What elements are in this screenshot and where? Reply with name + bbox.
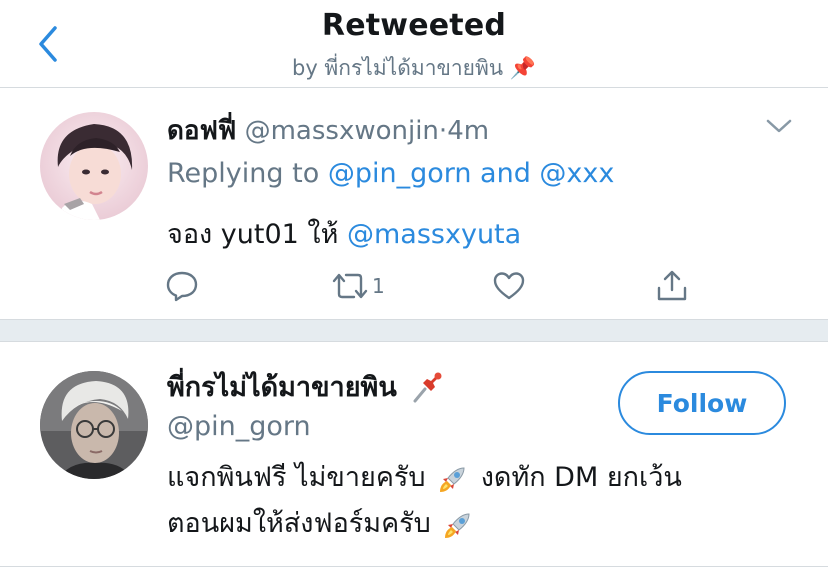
display-name[interactable]: พี่กรไม่ได้มาขายพิน bbox=[167, 365, 445, 408]
retweet-icon bbox=[332, 273, 368, 299]
like-button[interactable] bbox=[492, 266, 526, 306]
replying-to-mentions[interactable]: @pin_gorn and @xxx bbox=[328, 158, 615, 189]
tweet-text: แจกพินฟรี ไม่ขายครับ งดทัก DM ยกเว้น ตอน… bbox=[167, 455, 787, 547]
avatar[interactable] bbox=[40, 112, 148, 220]
display-name-text: พี่กรไม่ได้มาขายพิน bbox=[167, 372, 397, 403]
original-tweet[interactable]: พี่กรไม่ได้มาขายพิน @pin_gorn Follow แจก… bbox=[0, 343, 828, 567]
tweet-text: จอง yut01 ให้ @massxyuta bbox=[167, 212, 521, 255]
like-icon bbox=[493, 272, 525, 300]
tweet-actions: 1 bbox=[165, 266, 705, 306]
tweet-text-part3: ตอนผมให้ส่งฟอร์มครับ bbox=[167, 508, 431, 539]
timestamp[interactable]: 4m bbox=[447, 116, 489, 146]
replying-to-label: Replying to bbox=[167, 158, 320, 189]
rocket-icon bbox=[445, 512, 470, 538]
tweet-header: ดอฟฟี่ @massxwonjin·4m bbox=[167, 110, 489, 151]
tweet-text-part1: แจกพินฟรี ไม่ขายครับ bbox=[167, 462, 426, 493]
section-divider bbox=[0, 320, 828, 342]
reply-icon bbox=[166, 271, 198, 302]
page-title: Retweeted bbox=[321, 8, 507, 43]
display-name[interactable]: ดอฟฟี่ bbox=[167, 116, 236, 146]
retweet-count: 1 bbox=[372, 274, 385, 298]
tweet-text-part2: งดทัก DM ยกเว้น bbox=[480, 462, 682, 493]
username[interactable]: @pin_gorn bbox=[167, 411, 311, 442]
reply-button[interactable] bbox=[165, 266, 199, 306]
chevron-down-icon bbox=[766, 119, 792, 133]
nav-header: Retweeted by พี่กรไม่ได้มาขายพิน 📌 bbox=[0, 0, 828, 88]
username[interactable]: @massxwonjin bbox=[245, 116, 439, 146]
tweet-menu-button[interactable] bbox=[764, 114, 794, 138]
share-icon bbox=[657, 270, 687, 301]
share-button[interactable] bbox=[655, 266, 689, 306]
retweeted-by-subtitle: by พี่กรไม่ได้มาขายพิน 📌 bbox=[292, 56, 536, 80]
rocket-icon bbox=[440, 466, 465, 492]
tweet-text-body: จอง yut01 ให้ bbox=[167, 219, 339, 250]
mention-link[interactable]: @massxyuta bbox=[347, 219, 521, 250]
pushpin-icon bbox=[413, 372, 442, 402]
avatar[interactable] bbox=[40, 371, 148, 479]
retweet-button[interactable]: 1 bbox=[330, 266, 385, 306]
reply-tweet[interactable]: ดอฟฟี่ @massxwonjin·4m Replying to @pin_… bbox=[0, 88, 828, 320]
separator-dot: · bbox=[438, 116, 448, 146]
follow-button[interactable]: Follow bbox=[618, 371, 786, 435]
replying-to: Replying to @pin_gorn and @xxx bbox=[167, 158, 614, 189]
